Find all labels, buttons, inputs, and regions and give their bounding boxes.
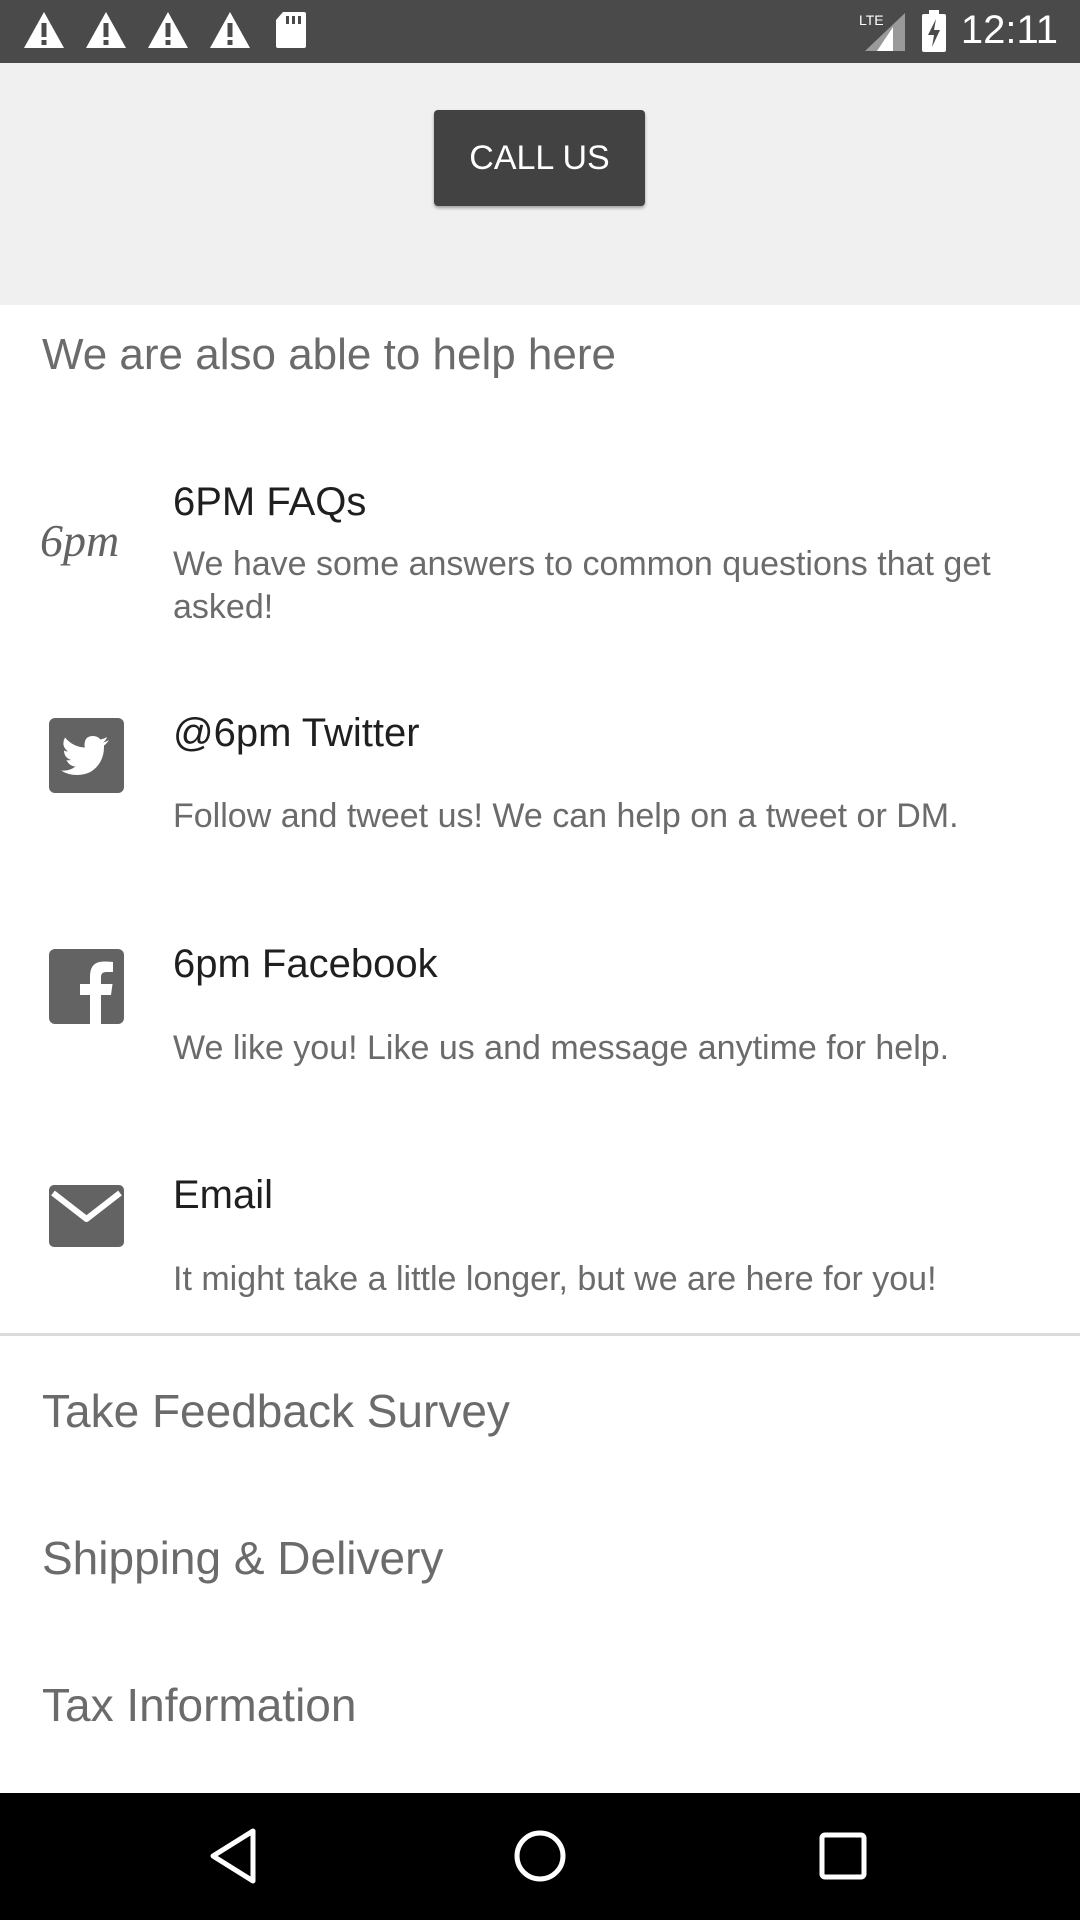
help-item-description: It might take a little longer, but we ar… <box>173 1260 937 1298</box>
6pm-logo-icon: 6pm <box>40 515 119 566</box>
call-section: CALL US <box>0 63 1080 305</box>
help-item-faqs[interactable]: 6pm 6PM FAQs We have some answers to com… <box>0 470 1080 640</box>
feedback-survey-link[interactable]: Take Feedback Survey <box>42 1384 510 1438</box>
notification-icons <box>22 10 308 50</box>
battery-charging-icon <box>921 9 946 52</box>
help-item-description: Follow and tweet us! We can help on a tw… <box>173 797 959 835</box>
help-item-title: 6pm Facebook <box>173 942 438 986</box>
svg-text:LTE: LTE <box>859 12 884 28</box>
help-item-email[interactable]: Email It might take a little longer, but… <box>0 1167 1080 1317</box>
shipping-delivery-link[interactable]: Shipping & Delivery <box>42 1531 443 1585</box>
help-item-twitter[interactable]: @6pm Twitter Follow and tweet us! We can… <box>0 705 1080 855</box>
help-item-description: We have some answers to common questions… <box>173 545 991 626</box>
help-item-facebook[interactable]: 6pm Facebook We like you! Like us and me… <box>0 936 1080 1086</box>
home-icon[interactable] <box>507 1823 573 1889</box>
twitter-icon <box>49 718 124 793</box>
status-bar: LTE 12:11 <box>0 0 1080 63</box>
help-item-title: Email <box>173 1173 274 1217</box>
lte-signal-icon: LTE <box>859 12 905 51</box>
tax-information-link[interactable]: Tax Information <box>42 1678 356 1732</box>
warning-icon <box>148 12 188 48</box>
help-item-title: @6pm Twitter <box>173 711 420 755</box>
warning-icon <box>210 12 250 48</box>
help-item-description: We like you! Like us and message anytime… <box>173 1029 950 1067</box>
navigation-bar <box>0 1793 1080 1920</box>
help-heading: We are also able to help here <box>42 330 616 379</box>
warning-icon <box>86 12 126 48</box>
system-status: LTE 12:11 <box>857 8 1058 53</box>
divider <box>0 1333 1080 1336</box>
help-item-title: 6PM FAQs <box>173 480 367 524</box>
warning-icon <box>24 12 64 48</box>
svg-text:6pm: 6pm <box>40 515 119 566</box>
facebook-icon <box>49 949 124 1024</box>
back-icon[interactable] <box>203 1823 269 1889</box>
recents-icon[interactable] <box>810 1823 876 1889</box>
status-time: 12:11 <box>960 8 1058 52</box>
email-icon <box>49 1185 124 1247</box>
sdcard-icon <box>276 12 306 48</box>
call-us-button[interactable]: CALL US <box>434 110 645 206</box>
